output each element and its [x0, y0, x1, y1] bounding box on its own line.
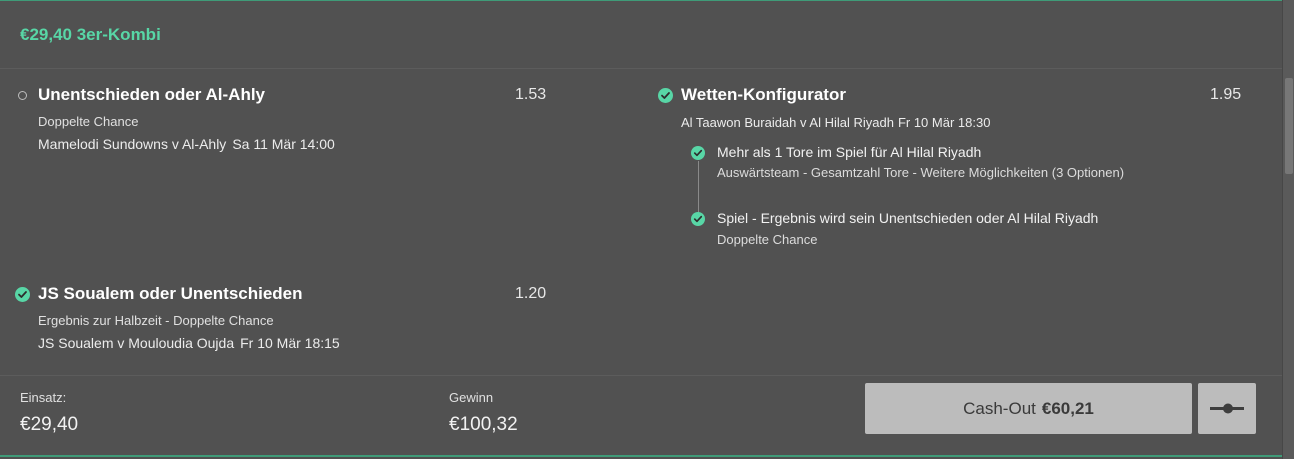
leg-connector: [698, 161, 699, 219]
cashout-amount: €60,21: [1041, 398, 1094, 418]
event-name: Al Taawon Buraidah v Al Hilal Riyadh: [681, 115, 894, 130]
bet-header[interactable]: €29,40 3er-Kombi: [0, 1, 1282, 69]
selection-odds: 1.20: [515, 285, 547, 302]
win-value: €100,32: [449, 414, 518, 435]
top-border: [0, 0, 1282, 1]
event-time: Fr 10 Mär 18:15: [240, 335, 340, 351]
check-circle-icon: [691, 146, 705, 160]
cashout-label: Cash-Out: [963, 398, 1036, 418]
event-name: JS Soualem v Mouloudia Oujda: [38, 335, 235, 351]
stake-value: €29,40: [20, 414, 79, 435]
selection-odds: 1.95: [1210, 86, 1242, 103]
selection-title: JS Soualem oder Unentschieden: [38, 284, 303, 303]
check-circle-icon: [15, 287, 30, 302]
leg-desc: Auswärtsteam - Gesamtzahl Tore - Weitere…: [717, 165, 1125, 180]
selection-title: Unentschieden oder Al-Ahly: [38, 85, 266, 104]
selection-odds: 1.53: [515, 86, 547, 103]
event-name: Mamelodi Sundowns v Al-Ahly: [38, 136, 227, 152]
slider-toggle-icon: [1210, 403, 1244, 414]
leg-title: Spiel - Ergebnis wird sein Unentschieden…: [717, 210, 1099, 226]
selection-event: Mamelodi Sundowns v Al-Ahly Sa 11 Mär 14:…: [38, 136, 335, 152]
leg-desc: Doppelte Chance: [717, 232, 818, 247]
check-circle-icon: [658, 88, 673, 103]
scrollbar-thumb[interactable]: [1285, 78, 1293, 174]
cashout-button[interactable]: Cash-Out €60,21: [865, 383, 1192, 434]
selection-event: Al Taawon Buraidah v Al Hilal Riyadh Fr 1…: [681, 115, 990, 130]
selection-market: Ergebnis zur Halbzeit - Doppelte Chance: [38, 313, 274, 328]
bottom-border: [0, 455, 1282, 457]
bet-title: €29,40 3er-Kombi: [20, 25, 161, 44]
event-time: Sa 11 Mär 14:00: [232, 136, 335, 152]
cashout-settings-button[interactable]: [1198, 383, 1256, 434]
scrollbar[interactable]: [1282, 0, 1294, 459]
selection-market: Doppelte Chance: [38, 114, 139, 129]
pending-circle-icon: [18, 91, 27, 100]
check-circle-icon: [691, 212, 705, 226]
win-label: Gewinn: [449, 390, 494, 405]
event-time: Fr 10 Mär 18:30: [897, 115, 991, 130]
stake-label: Einsatz:: [20, 390, 67, 405]
selection-event: JS Soualem v Mouloudia Oujda Fr 10 Mär 18…: [38, 335, 340, 351]
leg-title: Mehr als 1 Tore im Spiel für Al Hilal Ri…: [717, 144, 982, 160]
selection-title: Wetten-Konfigurator: [681, 85, 846, 104]
